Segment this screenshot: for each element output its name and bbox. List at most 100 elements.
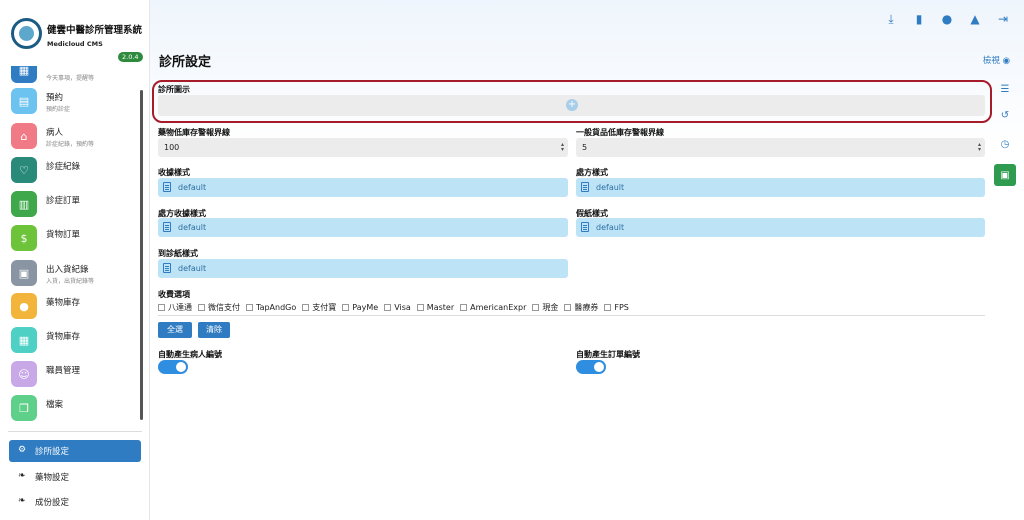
sidebar-item-sub: 診症紀錄，預約等 (46, 141, 95, 148)
goods-threshold-input[interactable]: 5 ▴ ▾ (576, 138, 985, 157)
save-button[interactable]: ▣ (994, 164, 1016, 186)
payment-checkbox[interactable]: AmericanExpr (460, 302, 526, 313)
checkbox-box[interactable] (532, 304, 540, 311)
sidebar-item-label: 貨物訂單 (46, 230, 81, 240)
bed-icon: ⌂ (11, 123, 37, 149)
prescription-style-value: default (596, 183, 625, 192)
brand-subtitle: Medicloud CMS (47, 40, 103, 48)
sidebar-item-sub: 預約診症 (46, 106, 71, 113)
checkbox-box[interactable] (604, 304, 612, 311)
payment-checkbox[interactable]: Master (416, 302, 454, 313)
sidebar-scrollbar[interactable] (140, 90, 143, 420)
eye-icon: ◉ (1002, 56, 1010, 66)
list-icon[interactable]: ☰ (994, 78, 1016, 100)
document-icon (163, 263, 171, 273)
attendance-style-select[interactable]: default (158, 259, 568, 278)
clipboard-icon[interactable]: ▮ (912, 12, 926, 27)
attendance-style-label: 到診紙樣式 (158, 249, 198, 258)
clear-button[interactable]: 清除 (198, 322, 230, 338)
payment-checkbox[interactable]: Visa (384, 302, 411, 313)
sidebar-item-label: 藥物庫存 (46, 298, 81, 308)
rx-receipt-style-value: default (178, 223, 207, 232)
brand-area: 健雲中醫診所管理系統 Medicloud CMS 2.0.4 (0, 0, 150, 66)
sidebar-item-inventory-records[interactable]: ▣ 出入貨紀錄 入貨，出貨紀錄等 (0, 257, 140, 289)
sidebar-item-dashboard[interactable]: ▦ 今天事項，提醒等 (0, 66, 140, 86)
clipboard-icon: ▥ (11, 191, 37, 217)
checkbox-box[interactable] (384, 304, 392, 311)
select-all-button[interactable]: 全選 (158, 322, 192, 338)
download-icon[interactable]: ⤓ (884, 12, 898, 27)
payment-checkbox[interactable]: 現金 (532, 302, 558, 313)
spinner-icon[interactable]: ▴ ▾ (561, 142, 564, 153)
auto-order-toggle[interactable] (576, 360, 606, 374)
prescription-style-label: 處方樣式 (576, 168, 608, 177)
payment-checkbox[interactable]: TapAndGo (246, 302, 296, 313)
sidebar-item-patient[interactable]: ⌂ 病人 診症紀錄，預約等 (0, 120, 140, 152)
checkbox-box[interactable] (198, 304, 205, 311)
receipt-style-value: default (178, 183, 207, 192)
payment-divider (158, 315, 985, 316)
sidebar-item-sub: 今天事項，提醒等 (46, 75, 95, 82)
sidebar-item-drug-settings[interactable]: ❧ 藥物設定 (9, 466, 141, 488)
sidebar-item-appointment[interactable]: ▤ 預約 預約診症 (0, 85, 140, 117)
sidebar-item-drug-stock[interactable]: ● 藥物庫存 (0, 290, 140, 322)
warehouse-icon: ▣ (11, 260, 37, 286)
clock-icon[interactable]: ◷ (994, 133, 1016, 155)
drug-threshold-input[interactable]: 100 ▴ ▾ (158, 138, 568, 157)
sidebar-item-clinic-settings[interactable]: ⚙ 診所設定 (9, 440, 141, 462)
checkbox-box[interactable] (158, 304, 165, 311)
leave-style-select[interactable]: default (576, 218, 985, 237)
gears-icon: ⚙ (18, 445, 27, 455)
payment-checkbox[interactable]: PayMe (342, 302, 378, 313)
receipt-style-select[interactable]: default (158, 178, 568, 197)
plus-icon[interactable]: + (566, 99, 578, 111)
sidebar-item-staff[interactable]: ☺ 職員管理 (0, 358, 140, 390)
page-title: 診所設定 (159, 55, 212, 70)
sidebar-item-consultation-records[interactable]: ♡ 診症紀錄 (0, 154, 140, 186)
checkbox-box[interactable] (416, 304, 424, 311)
auto-order-label: 自動產生訂單編號 (576, 350, 640, 359)
sidebar-item-goods-stock[interactable]: ▦ 貨物庫存 (0, 324, 140, 356)
payment-option-label: 現金 (542, 303, 559, 312)
payment-checkbox[interactable]: 八達通 (158, 302, 192, 313)
logo-label: 診所圖示 (158, 85, 190, 94)
payment-checkbox[interactable]: FPS (604, 302, 629, 313)
sidebar-item-files[interactable]: ❐ 檔案 (0, 392, 140, 424)
sidebar-item-ingredient-settings[interactable]: ❧ 成份設定 (9, 491, 141, 513)
history-icon[interactable]: ↺ (994, 104, 1016, 126)
bell-icon[interactable]: ▲ (968, 12, 982, 27)
auto-patient-toggle[interactable] (158, 360, 188, 374)
sidebar-item-label: 病人 (46, 128, 64, 138)
drug-threshold-label: 藥物低庫存警報界線 (158, 128, 230, 137)
leaf-icon: ❧ (18, 471, 26, 481)
sidebar-item-label: 貨物庫存 (46, 332, 81, 342)
calendar-icon: ▦ (11, 66, 37, 83)
checkbox-box[interactable] (460, 304, 468, 311)
prescription-style-select[interactable]: default (576, 178, 985, 197)
sidebar-item-label: 診症訂單 (46, 196, 81, 206)
sidebar-item-goods-orders[interactable]: $ 貨物訂單 (0, 222, 140, 254)
payment-checkbox[interactable]: 微信支付 (198, 302, 240, 313)
payment-option-label: PayMe (352, 303, 379, 312)
sidebar-item-consultation-orders[interactable]: ▥ 診症訂單 (0, 188, 140, 220)
checkbox-box[interactable] (564, 304, 572, 311)
sidebar-item-label: 診所設定 (35, 447, 70, 457)
spinner-icon[interactable]: ▴ ▾ (978, 142, 981, 153)
sidebar-divider (8, 431, 142, 432)
checkbox-box[interactable] (342, 304, 350, 311)
checkbox-box[interactable] (302, 304, 310, 311)
rx-receipt-style-select[interactable]: default (158, 218, 568, 237)
user-icon[interactable]: ● (940, 12, 954, 27)
payment-checkbox[interactable]: 醫療券 (564, 302, 598, 313)
document-icon (163, 182, 171, 192)
checkbox-box[interactable] (246, 304, 253, 311)
boxes-icon: ▦ (11, 327, 37, 353)
payment-option-label: AmericanExpr (470, 303, 527, 312)
view-link[interactable]: 檢視 ◉ (983, 54, 1010, 66)
sidebar-item-label: 診症紀錄 (46, 162, 81, 172)
payment-checkbox[interactable]: 支付寶 (302, 302, 336, 313)
logout-icon[interactable]: ⇥ (996, 12, 1010, 27)
sidebar-item-label: 成份設定 (35, 498, 70, 508)
logo-upload[interactable]: + (158, 95, 985, 116)
document-icon (163, 222, 171, 232)
